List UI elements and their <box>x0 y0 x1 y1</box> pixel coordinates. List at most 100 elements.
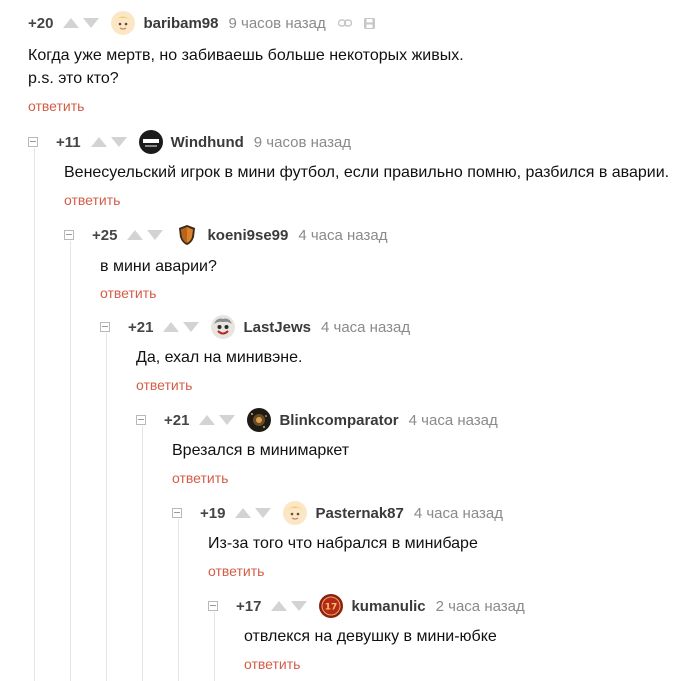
vote-controls <box>163 322 200 332</box>
collapse-button[interactable] <box>28 137 38 147</box>
upvote-arrow-icon[interactable] <box>271 601 288 611</box>
save-icon[interactable] <box>363 17 375 29</box>
timestamp[interactable]: 9 часов назад <box>254 134 351 151</box>
comment-header: +17 17 kumanulic 2 часа назад <box>208 593 525 619</box>
thread-line <box>142 426 143 681</box>
collapse-button[interactable] <box>64 230 74 240</box>
blond-baby-avatar-icon <box>283 501 308 525</box>
collapse-button[interactable] <box>100 322 110 332</box>
upvote-arrow-icon[interactable] <box>63 18 80 28</box>
vote-controls <box>63 18 100 28</box>
comment-text: Врезался в минимаркет <box>172 439 349 462</box>
rating: +11 <box>56 133 81 151</box>
comment-text: в мини аварии? <box>100 255 217 278</box>
comment-text: Венесуельский игрок в мини футбол, если … <box>64 161 669 184</box>
username[interactable]: Blinkcomparator <box>279 412 398 429</box>
downvote-arrow-icon[interactable] <box>291 601 308 611</box>
rating: +17 <box>236 597 262 615</box>
comment-header: +21 LastJews 4 часа назад <box>100 314 410 340</box>
reply-link[interactable]: ответить <box>244 656 300 672</box>
vote-controls <box>235 508 272 518</box>
thread-line <box>34 148 35 681</box>
avatar[interactable] <box>175 223 199 247</box>
thread-line <box>214 612 215 681</box>
username[interactable]: koeni9se99 <box>207 227 288 244</box>
avatar[interactable] <box>211 315 236 339</box>
comment-line: отвлекся на девушку в мини-юбке <box>244 628 497 645</box>
comment-text: отвлекся на девушку в мини-юбке <box>244 625 497 648</box>
downvote-arrow-icon[interactable] <box>255 508 272 518</box>
comment-line: Венесуельский игрок в мини футбол, если … <box>64 164 670 181</box>
comment-header: +20 baribam98 9 часов назад <box>28 10 375 36</box>
thread-line <box>178 519 179 681</box>
space-avatar-icon <box>247 408 272 432</box>
timestamp[interactable]: 4 часа назад <box>409 412 498 429</box>
rating: +25 <box>92 226 118 244</box>
comment-line: p.s. это кто? <box>28 70 119 87</box>
rating: +20 <box>28 14 54 32</box>
username[interactable]: baribam98 <box>143 15 218 32</box>
avatar[interactable] <box>283 501 308 525</box>
reply-link[interactable]: ответить <box>64 192 120 208</box>
rating: +21 <box>128 318 154 336</box>
vote-controls <box>199 415 236 425</box>
username[interactable]: Pasternak87 <box>315 505 403 522</box>
comment-line: Из-за того что набрался в минибаре <box>208 535 478 552</box>
avatar[interactable]: 17 <box>319 594 344 618</box>
dark-mask-avatar-icon <box>138 130 163 154</box>
comment-text: Когда уже мертв, но забиваешь больше нек… <box>28 44 464 90</box>
upvote-arrow-icon[interactable] <box>235 508 252 518</box>
timestamp[interactable]: 9 часов назад <box>229 15 326 32</box>
downvote-arrow-icon[interactable] <box>147 230 164 240</box>
username[interactable]: kumanulic <box>351 598 425 615</box>
upvote-arrow-icon[interactable] <box>199 415 216 425</box>
avatar[interactable] <box>247 408 272 432</box>
timestamp[interactable]: 2 часа назад <box>436 598 525 615</box>
comment-text: Из-за того что набрался в минибаре <box>208 532 478 555</box>
thread-line <box>106 333 107 681</box>
downvote-arrow-icon[interactable] <box>219 415 236 425</box>
username[interactable]: LastJews <box>243 319 311 336</box>
shield-avatar-icon <box>179 225 196 245</box>
avatar-badge-text: 17 <box>325 603 338 613</box>
reply-link[interactable]: ответить <box>28 98 84 114</box>
comment-line: Когда уже мертв, но забиваешь больше нек… <box>28 47 464 64</box>
username[interactable]: Windhund <box>171 134 244 151</box>
comment-header: +19 Pasternak87 4 часа назад <box>172 500 503 526</box>
comment-line: Врезался в минимаркет <box>172 442 350 459</box>
downvote-arrow-icon[interactable] <box>110 137 127 147</box>
comment-line: в мини аварии? <box>100 258 217 275</box>
downvote-arrow-icon[interactable] <box>83 18 100 28</box>
comment-text: Да, ехал на минивэне. <box>136 346 302 369</box>
downvote-arrow-icon[interactable] <box>183 322 200 332</box>
reply-link[interactable]: ответить <box>208 563 264 579</box>
reply-link[interactable]: ответить <box>172 470 228 486</box>
comment-header: +21 Blinkcomparator 4 часа назад <box>136 407 498 433</box>
collapse-button[interactable] <box>172 508 182 518</box>
avatar[interactable] <box>138 130 163 154</box>
timestamp[interactable]: 4 часа назад <box>414 505 503 522</box>
avatar[interactable] <box>111 11 136 35</box>
collapse-button[interactable] <box>136 415 146 425</box>
blond-baby-avatar-icon <box>111 11 136 35</box>
timestamp[interactable]: 4 часа назад <box>321 319 410 336</box>
comment-header: +25 koeni9se99 4 часа назад <box>64 222 387 248</box>
timestamp[interactable]: 4 часа назад <box>298 227 387 244</box>
vote-controls <box>271 601 308 611</box>
vote-controls <box>127 230 164 240</box>
collapse-button[interactable] <box>208 601 218 611</box>
comment-header: +11 Windhund 9 часов назад <box>28 129 351 155</box>
rating: +19 <box>200 504 226 522</box>
upvote-arrow-icon[interactable] <box>90 137 107 147</box>
clown-avatar-icon <box>211 315 236 339</box>
reply-link[interactable]: ответить <box>136 377 192 393</box>
thread-line <box>70 241 71 681</box>
comment-line: Да, ехал на минивэне. <box>136 349 303 366</box>
link-icon[interactable] <box>337 18 352 28</box>
reply-link[interactable]: ответить <box>100 285 156 301</box>
rating: +21 <box>164 411 190 429</box>
upvote-arrow-icon[interactable] <box>163 322 180 332</box>
vote-controls <box>90 137 127 147</box>
red-badge-avatar-icon: 17 <box>319 594 344 618</box>
upvote-arrow-icon[interactable] <box>127 230 144 240</box>
